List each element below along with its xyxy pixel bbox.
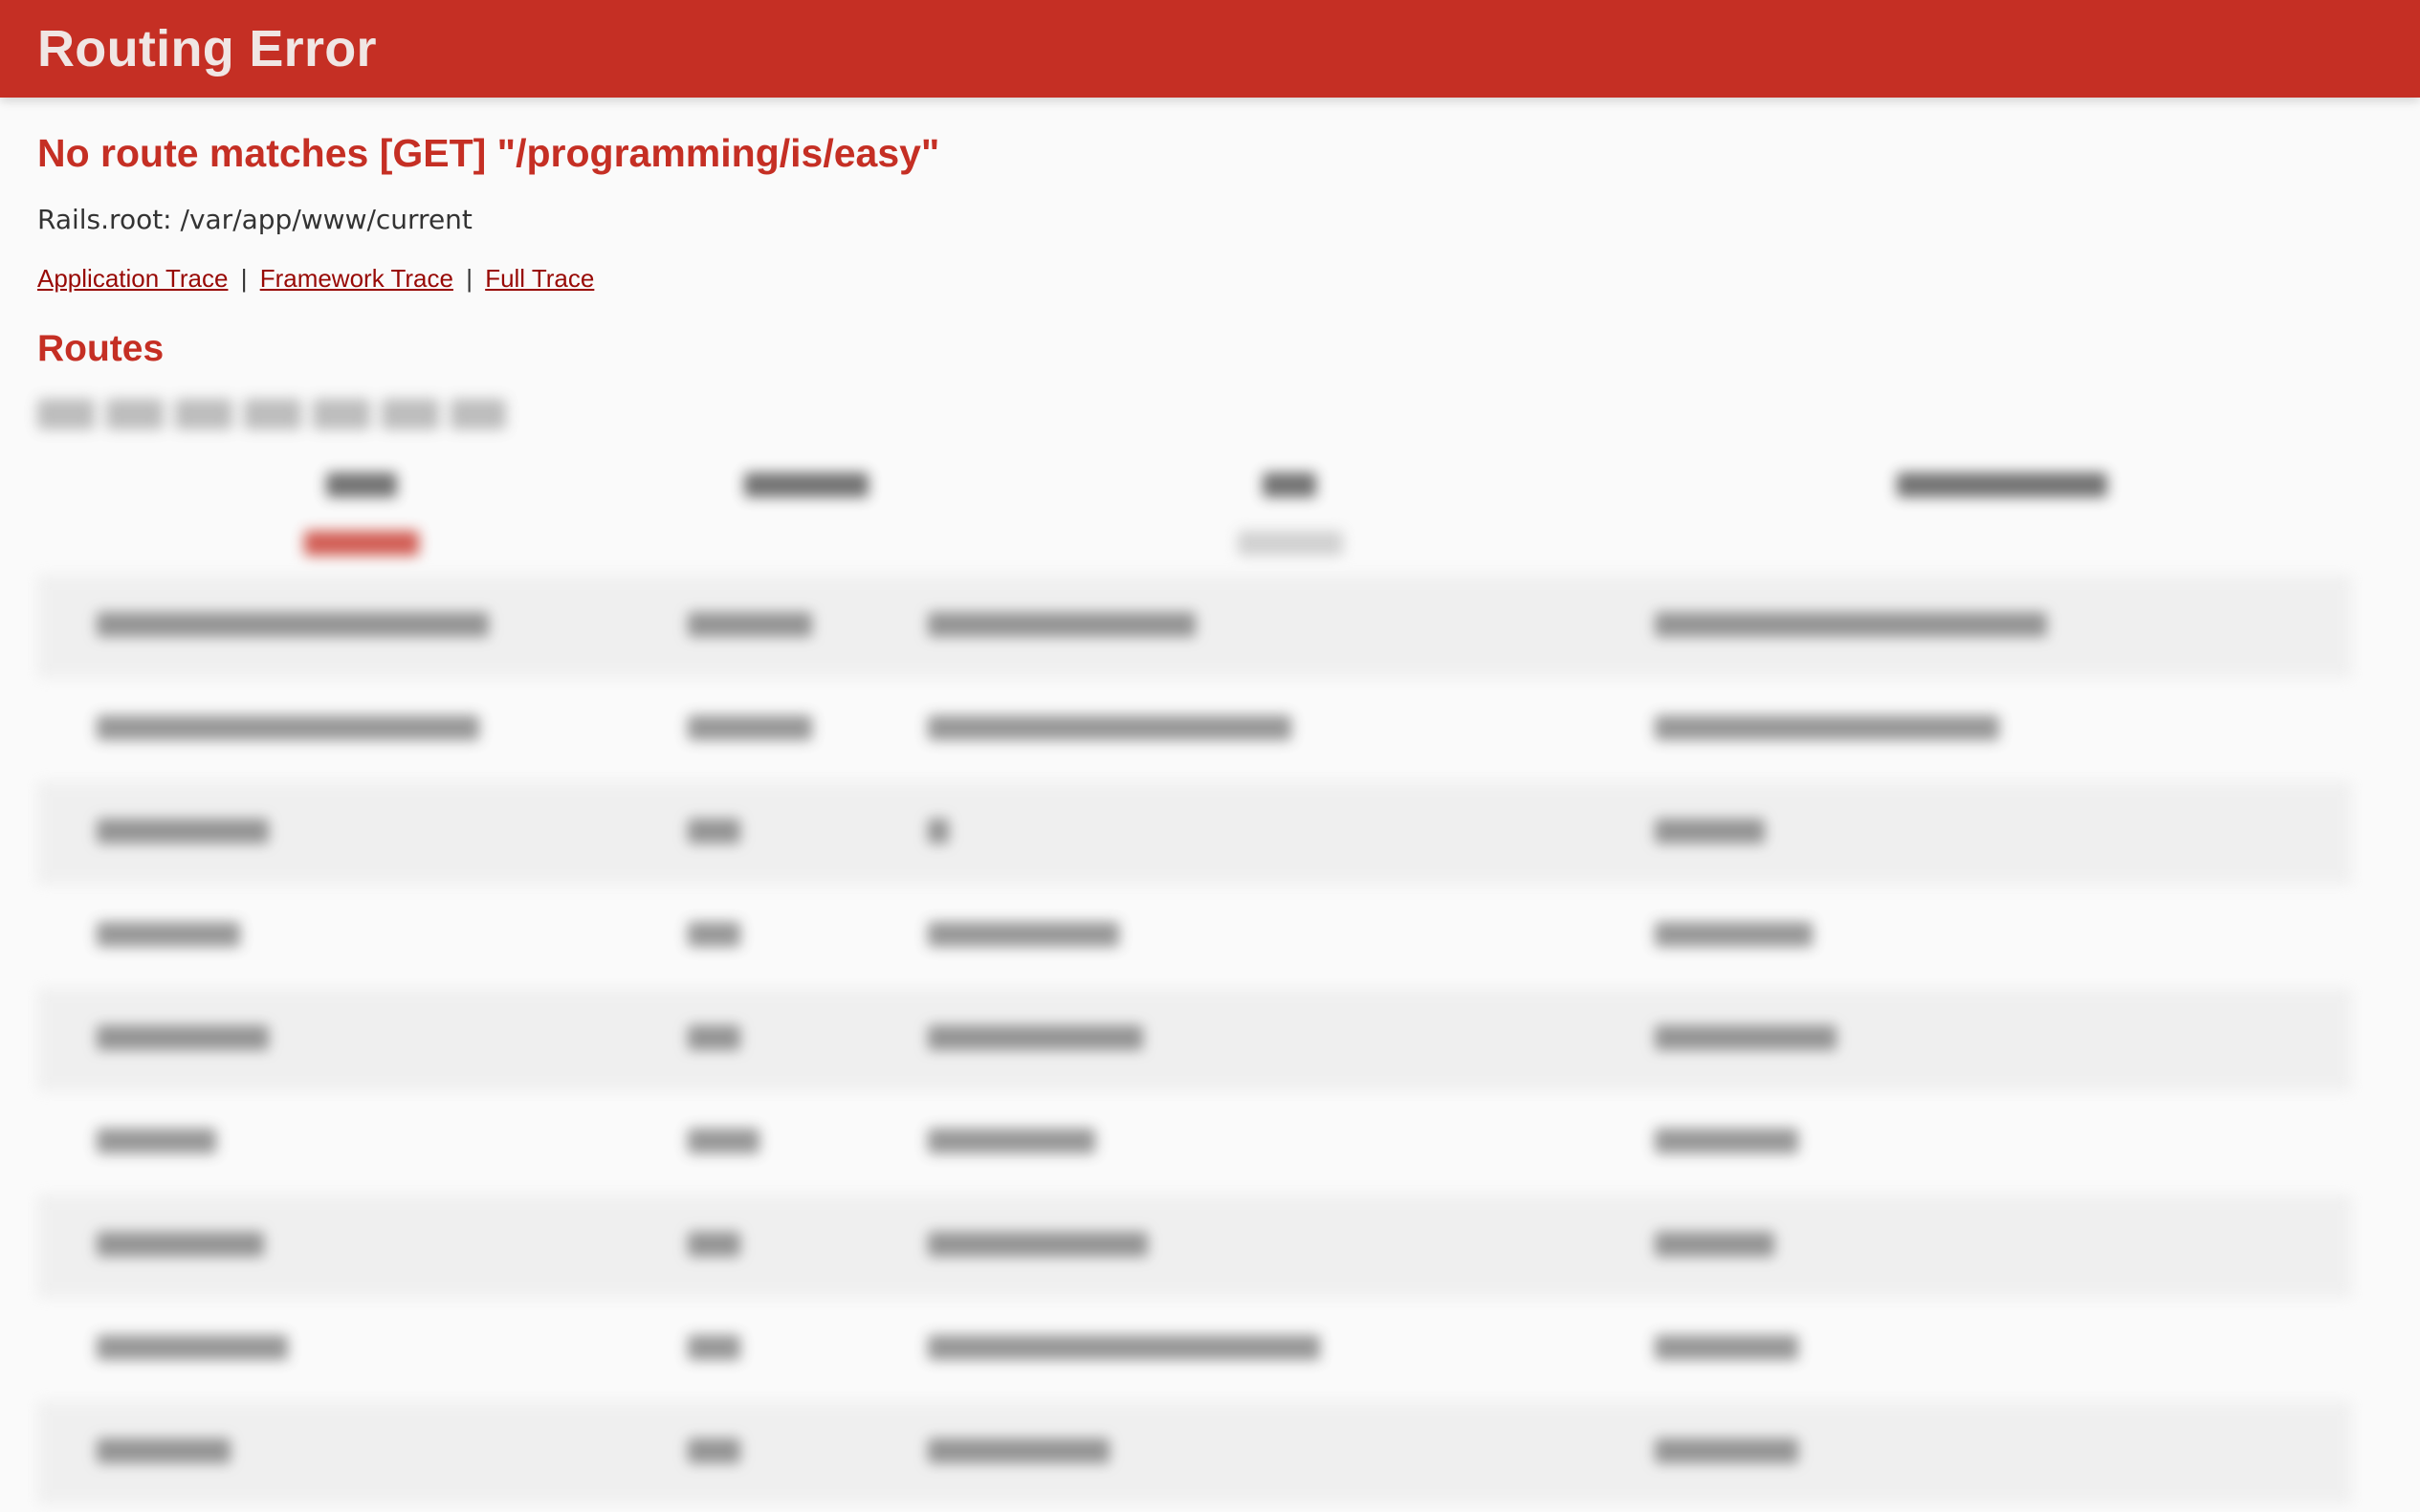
table-cell	[1653, 575, 2352, 679]
table-cell	[1654, 885, 2352, 988]
blurred-routes-section	[37, 399, 2383, 1505]
table-cell	[1653, 781, 2352, 886]
table-cell	[687, 885, 927, 988]
page-title: Routing Error	[37, 20, 377, 77]
table-row	[37, 1298, 2352, 1401]
table-cell	[687, 678, 927, 781]
table-cell	[927, 1298, 1654, 1401]
column-header	[37, 458, 687, 515]
trace-separator: |	[466, 264, 473, 294]
table-cell	[686, 1401, 928, 1505]
table-cell	[37, 575, 687, 679]
table-cell	[1654, 1298, 2352, 1401]
table-row	[37, 781, 2352, 886]
trace-separator: |	[240, 264, 248, 294]
column-header	[927, 458, 1654, 515]
table-cell	[687, 1091, 927, 1194]
table-cell	[927, 781, 1654, 886]
table-cell	[686, 575, 928, 679]
table-cell	[687, 1298, 927, 1401]
table-row	[37, 988, 2352, 1092]
table-row	[37, 885, 2352, 988]
routes-table-header	[37, 458, 2352, 515]
table-cell	[927, 1194, 1654, 1299]
rails-root: Rails.root: /var/app/www/current	[37, 204, 473, 236]
routes-filter-row	[37, 515, 2352, 575]
column-header	[687, 458, 927, 515]
table-cell	[686, 1194, 928, 1299]
table-row	[37, 678, 2352, 781]
table-cell	[37, 781, 687, 886]
table-cell	[1653, 1401, 2352, 1505]
table-cell	[37, 678, 687, 781]
table-cell	[927, 678, 1654, 781]
framework-trace-link[interactable]: Framework Trace	[260, 264, 453, 293]
table-cell	[1653, 1194, 2352, 1299]
routes-description	[37, 399, 506, 430]
table-cell	[37, 1091, 687, 1194]
filter-cell[interactable]	[37, 515, 687, 575]
table-cell	[1654, 1091, 2352, 1194]
routes-title: Routes	[37, 328, 165, 370]
table-cell	[1654, 678, 2352, 781]
application-trace-link[interactable]: Application Trace	[37, 264, 228, 293]
table-cell	[686, 988, 928, 1092]
table-row	[37, 575, 2352, 679]
table-cell	[927, 1091, 1654, 1194]
table-cell	[686, 781, 928, 886]
table-cell	[37, 1401, 687, 1505]
table-cell	[37, 988, 687, 1092]
table-cell	[37, 1194, 687, 1299]
error-header: Routing Error	[0, 0, 2420, 98]
table-cell	[927, 988, 1654, 1092]
table-cell	[1653, 988, 2352, 1092]
table-cell	[927, 575, 1654, 679]
table-cell	[37, 1298, 687, 1401]
trace-links: Application Trace | Framework Trace | Fu…	[37, 264, 2383, 294]
full-trace-link[interactable]: Full Trace	[485, 264, 594, 293]
routes-table	[37, 458, 2352, 1505]
filter-cell	[1654, 515, 2352, 575]
column-header	[1654, 458, 2352, 515]
route-search-input[interactable]	[927, 515, 1654, 575]
main-content: No route matches [GET] "/programming/is/…	[0, 130, 2420, 1505]
table-row	[37, 1194, 2352, 1299]
table-cell	[927, 1401, 1654, 1505]
table-row	[37, 1091, 2352, 1194]
error-message: No route matches [GET] "/programming/is/…	[37, 131, 940, 175]
table-cell	[37, 885, 687, 988]
table-cell	[927, 885, 1654, 988]
table-row	[37, 1401, 2352, 1505]
filter-cell	[687, 515, 927, 575]
